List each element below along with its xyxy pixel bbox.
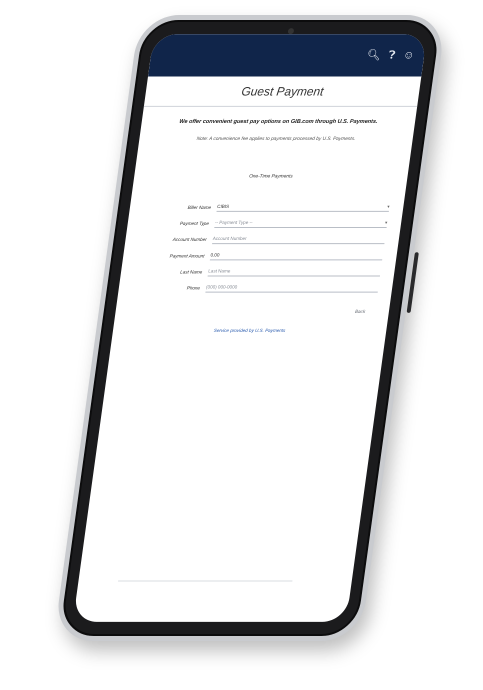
account-row: Account Number Account Number	[145, 234, 386, 245]
payment-type-row: Payment Type -- Payment Type -- ▾	[147, 217, 388, 229]
payment-type-select[interactable]: -- Payment Type -- ▾	[214, 217, 388, 229]
payment-type-placeholder: -- Payment Type --	[214, 219, 253, 225]
payment-form: Biller Name CIBIS ▾ Payment Type -- Paym…	[138, 201, 391, 293]
section-title: One-Time Payments	[248, 174, 293, 180]
screen: 🔍︎ ❓︎ ☺ Guest Payment We offer convenien…	[72, 34, 428, 622]
chevron-down-icon: ▾	[386, 203, 390, 209]
biller-row: Biller Name CIBIS ▾	[149, 201, 391, 212]
convenience-fee-note: Note: A convenience fee applies to payme…	[196, 137, 356, 143]
back-button[interactable]: Back	[115, 309, 366, 314]
divider	[118, 580, 293, 582]
biller-value: CIBIS	[216, 203, 230, 209]
last-name-row: Last Name Last Name	[140, 266, 382, 277]
amount-row: Payment Amount 0.00	[142, 250, 384, 261]
last-name-label: Last Name	[179, 268, 203, 274]
amount-label: Payment Amount	[169, 252, 205, 258]
biller-select[interactable]: CIBIS ▾	[216, 201, 391, 212]
intro-text: We offer convenient guest pay options on…	[178, 118, 378, 126]
user-icon[interactable]: ☺	[402, 49, 415, 61]
amount-input[interactable]: 0.00	[209, 250, 384, 261]
search-icon[interactable]: 🔍︎	[366, 49, 382, 61]
help-icon[interactable]: ❓︎	[388, 49, 396, 61]
biller-label: Biller Name	[187, 204, 212, 210]
phone-row: Phone (000) 000-0000	[138, 282, 380, 293]
payment-type-label: Payment Type	[179, 220, 210, 226]
tablet-device: 🔍︎ ❓︎ ☺ Guest Payment We offer convenien…	[53, 14, 447, 642]
last-name-input[interactable]: Last Name	[207, 266, 382, 277]
side-button	[406, 252, 419, 313]
service-provider-link[interactable]: Service provided by U.S. Payments	[113, 328, 387, 333]
top-navigation-bar: 🔍︎ ❓︎ ☺	[147, 34, 428, 77]
chevron-down-icon: ▾	[384, 219, 388, 225]
phone-input[interactable]: (000) 000-0000	[205, 282, 380, 293]
phone-label: Phone	[186, 285, 201, 291]
account-label: Account Number	[172, 236, 208, 242]
account-input[interactable]: Account Number	[212, 234, 386, 245]
page-title: Guest Payment	[143, 76, 422, 107]
